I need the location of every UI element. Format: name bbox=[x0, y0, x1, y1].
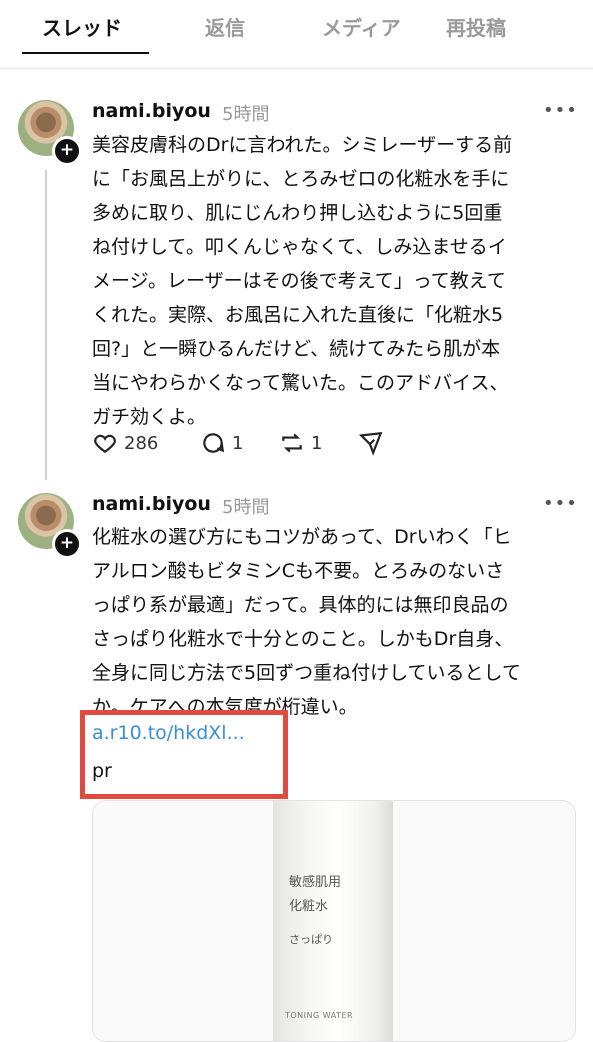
reply-button[interactable]: 1 bbox=[200, 430, 243, 456]
post-text: 化粧水の選び方にもコツがあって、Drいわく「ヒ アルロン酸もビタミンCも不要。と… bbox=[92, 526, 521, 718]
active-tab-indicator bbox=[22, 52, 149, 54]
tab-reposts[interactable]: 再投稿 bbox=[446, 12, 506, 41]
share-send-icon bbox=[358, 431, 383, 456]
divider bbox=[0, 68, 593, 69]
tab-replies[interactable]: 返信 bbox=[205, 12, 245, 41]
post-link[interactable]: a.r10.to/hkdXl... bbox=[92, 722, 245, 744]
follow-plus-icon[interactable]: + bbox=[52, 529, 82, 559]
product-bottle-image: 敏感肌用 化粧水 さっぱり TONING WATER bbox=[273, 801, 393, 1041]
avatar[interactable]: + bbox=[18, 493, 82, 559]
more-options-icon[interactable]: ••• bbox=[543, 493, 578, 514]
more-options-icon[interactable]: ••• bbox=[543, 100, 578, 121]
post-text: 美容皮膚科のDrに言われた。シミレーザーする前 に「お風呂上がりに、とろみゼロの… bbox=[92, 134, 513, 428]
comment-icon bbox=[203, 433, 225, 453]
post-time: 5時間 bbox=[222, 104, 270, 125]
bottle-label-line: 敏感肌用 bbox=[289, 875, 342, 890]
follow-plus-icon[interactable]: + bbox=[52, 136, 82, 166]
reply-count: 1 bbox=[232, 432, 244, 454]
repost-count: 1 bbox=[311, 432, 323, 454]
like-count: 286 bbox=[124, 432, 159, 454]
bottle-label-line: 化粧水 bbox=[289, 899, 329, 914]
post-username[interactable]: nami.biyou bbox=[92, 100, 211, 122]
bottle-label-line: TONING WATER bbox=[285, 1011, 354, 1020]
avatar[interactable]: + bbox=[18, 100, 82, 166]
tab-threads[interactable]: スレッド bbox=[42, 12, 122, 41]
thread-connector-line bbox=[45, 170, 47, 480]
post-actions: 286 1 1 bbox=[92, 430, 412, 462]
profile-tabs: スレッド 返信 メディア 再投稿 bbox=[0, 0, 593, 54]
repost-icon bbox=[282, 433, 302, 453]
pr-label: pr bbox=[92, 760, 112, 782]
post-username[interactable]: nami.biyou bbox=[92, 493, 211, 515]
heart-icon bbox=[94, 434, 116, 453]
post-time: 5時間 bbox=[222, 497, 270, 518]
bottle-label-line: さっぱり bbox=[289, 933, 333, 946]
share-button[interactable] bbox=[358, 430, 384, 456]
tab-media[interactable]: メディア bbox=[322, 12, 401, 41]
like-button[interactable]: 286 bbox=[92, 430, 158, 456]
media-image-card[interactable]: 敏感肌用 化粧水 さっぱり TONING WATER bbox=[92, 800, 576, 1042]
repost-button[interactable]: 1 bbox=[279, 430, 322, 456]
